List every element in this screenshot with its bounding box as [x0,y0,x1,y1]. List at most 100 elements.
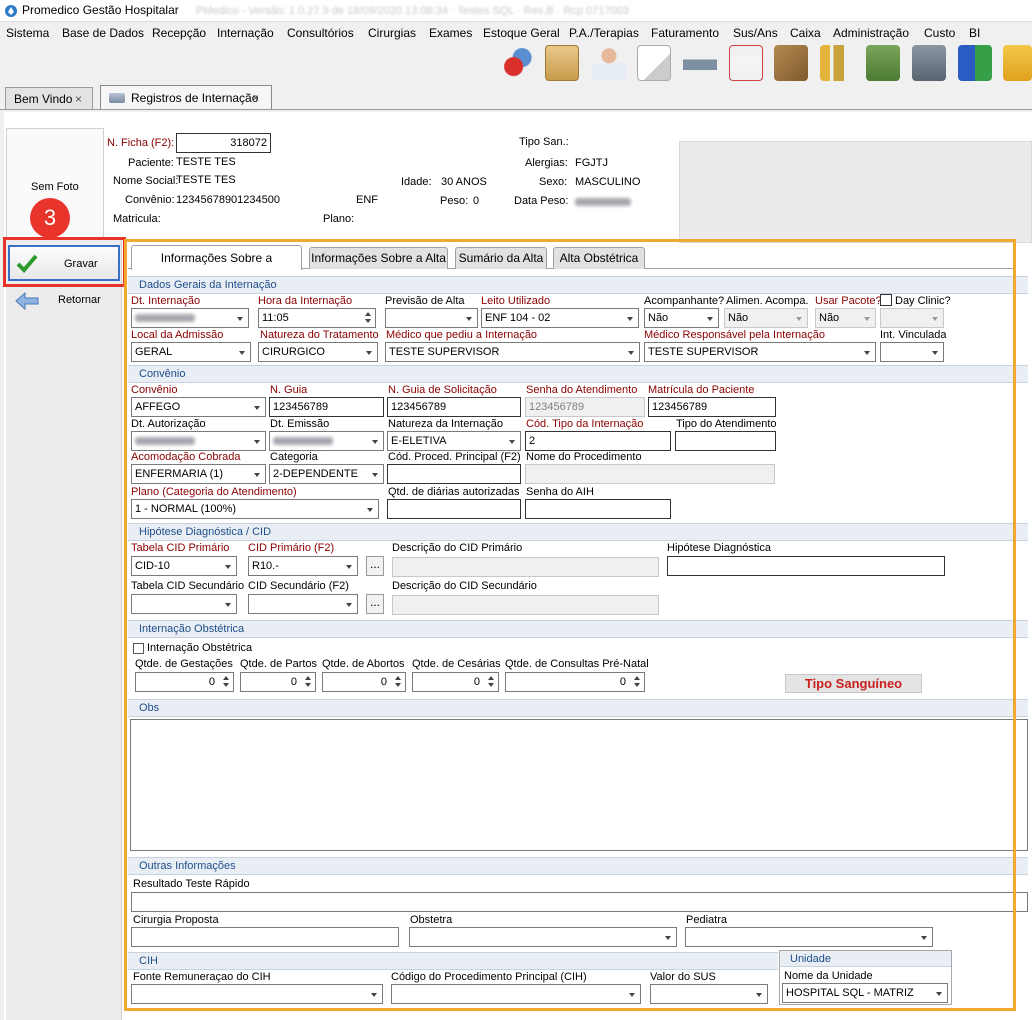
fonte-remuneracao-field[interactable] [131,984,383,1004]
natureza-tratamento-field[interactable]: CIRURGICO [258,342,378,362]
dt-autorizacao-field[interactable] [131,431,266,451]
consultas-prenatal-field[interactable]: 0 [505,672,645,692]
spin-icon[interactable] [364,311,372,325]
medico-responsavel-field[interactable]: TESTE SUPERVISOR [644,342,876,362]
refresh-users-icon[interactable] [500,45,534,81]
desc-cid-primario-field[interactable] [392,557,659,577]
hora-internacao-field[interactable]: 11:05 [258,308,376,328]
spin-icon[interactable] [487,675,495,689]
internacao-obstetrica-checkbox[interactable] [133,643,144,654]
matricula-paciente-field[interactable]: 123456789 [648,397,776,417]
senha-aih-field[interactable] [525,499,671,519]
nome-unidade-field[interactable]: HOSPITAL SQL - MATRIZ [782,983,948,1003]
obs-textarea[interactable] [130,719,1028,851]
guia-solicitacao-field[interactable]: 123456789 [387,397,521,417]
cid-secundario-field[interactable] [248,594,358,614]
resultado-teste-field[interactable] [131,892,1028,912]
menu-exames[interactable]: Exames [429,26,472,40]
menu-bi[interactable]: BI [969,26,980,40]
valor-sus-field[interactable] [650,984,768,1004]
menu-sistema[interactable]: Sistema [6,26,49,40]
bed-icon[interactable] [683,45,717,81]
spin-icon[interactable] [222,675,230,689]
leito-field[interactable]: ENF 104 - 02 [481,308,639,328]
nome-procedimento-field[interactable] [525,464,775,484]
convenio-field[interactable]: AFFEGO [131,397,266,417]
hipotese-diagnostica-field[interactable] [667,556,945,576]
spin-icon[interactable] [394,675,402,689]
menu-sus-ans[interactable]: Sus/Ans [733,26,778,40]
dt-internacao-field[interactable] [131,308,249,328]
tab-alta-obstetrica[interactable]: Alta Obstétrica [553,247,645,269]
abortos-field[interactable]: 0 [322,672,406,692]
inventory-boxes-icon[interactable] [774,45,808,81]
menu-cirurgias[interactable]: Cirurgias [368,26,416,40]
tab-informacoes-alta[interactable]: Informações Sobre a Alta [309,247,448,269]
qtd-diarias-field[interactable] [387,499,521,519]
spin-icon[interactable] [633,675,641,689]
partos-field[interactable]: 0 [240,672,316,692]
dt-emissao-field[interactable] [269,431,384,451]
menu-custo[interactable]: Custo [924,26,955,40]
doctor-icon[interactable] [592,45,626,81]
ambulance-icon[interactable] [729,45,763,81]
senha-aih-label: Senha do AIH [526,486,594,498]
previsao-alta-field[interactable] [385,308,478,328]
categoria-field[interactable]: 2-DEPENDENTE [269,464,384,484]
senha-atendimento-field[interactable]: 123456789 [525,397,645,417]
cesarias-field[interactable]: 0 [412,672,499,692]
cid-primario-field[interactable]: R10.- [248,556,358,576]
back-button[interactable]: Retornar [8,287,120,316]
menu-base-de-dados[interactable]: Base de Dados [62,26,144,40]
int-vinculada-field[interactable] [880,342,944,362]
tab-registros-internacao[interactable]: Registros de Internação × [100,85,272,110]
tabela-cid-secundario-field[interactable] [131,594,237,614]
alimen-field[interactable]: Não [724,308,808,328]
desc-cid-secundario-field[interactable] [392,595,659,615]
guia-field[interactable]: 123456789 [269,397,384,417]
tipo-atendimento-field[interactable] [675,431,776,451]
ficha-input[interactable]: 318072 [176,133,271,153]
menu-estoque-geral[interactable]: Estoque Geral [483,26,560,40]
gestacoes-field[interactable]: 0 [135,672,234,692]
prescription-icon[interactable] [637,45,671,81]
tab-informacoes-internacao[interactable]: Informações Sobre a Internação [131,245,302,289]
tab-sumario-alta[interactable]: Sumário da Alta [455,247,547,269]
local-admissao-field[interactable]: GERAL [131,342,251,362]
medico-pediu-field[interactable]: TESTE SUPERVISOR [385,342,640,362]
menu-pa-terapias[interactable]: P.A./Terapias [569,26,639,40]
day-clinic-field[interactable] [880,308,944,328]
acompanhante-field[interactable]: Não [644,308,719,328]
day-clinic-checkbox[interactable] [880,294,892,306]
plano-field[interactable]: 1 - NORMAL (100%) [131,499,379,519]
menu-consultorios[interactable]: Consultórios [287,26,354,40]
menu-administracao[interactable]: Administração [833,26,909,40]
menu-recepcao[interactable]: Recepção [152,26,206,40]
tabela-cid-primario-field[interactable]: CID-10 [131,556,237,576]
billing-chart-icon[interactable] [820,45,854,81]
spin-icon[interactable] [304,675,312,689]
cid-primario-lookup-button[interactable]: ... [366,556,384,576]
cod-proced-field[interactable] [387,464,521,484]
phone-icon[interactable] [1003,45,1032,81]
acomodacao-field[interactable]: ENFERMARIA (1) [131,464,266,484]
menu-internacao[interactable]: Internação [217,26,274,40]
codigo-procedimento-cih-field[interactable] [391,984,641,1004]
cid-secundario-lookup-button[interactable]: ... [366,594,384,614]
tab-bem-vindo[interactable]: Bem Vindo × [5,87,93,109]
cash-register-icon[interactable] [866,45,900,81]
close-icon[interactable]: × [75,88,82,110]
save-button[interactable]: Gravar [8,245,120,281]
obstetra-field[interactable] [409,927,677,947]
safe-icon[interactable] [912,45,946,81]
cost-chart-icon[interactable] [958,45,992,81]
cod-tipo-internacao-field[interactable]: 2 [525,431,671,451]
close-icon[interactable]: × [252,87,259,109]
natureza-internacao-field[interactable]: E-ELETIVA [387,431,521,451]
pediatra-field[interactable] [685,927,933,947]
patient-card-icon[interactable] [545,45,579,81]
menu-faturamento[interactable]: Faturamento [651,26,719,40]
cirurgia-proposta-field[interactable] [131,927,399,947]
menu-caixa[interactable]: Caixa [790,26,821,40]
usar-pacote-field[interactable]: Não [815,308,876,328]
